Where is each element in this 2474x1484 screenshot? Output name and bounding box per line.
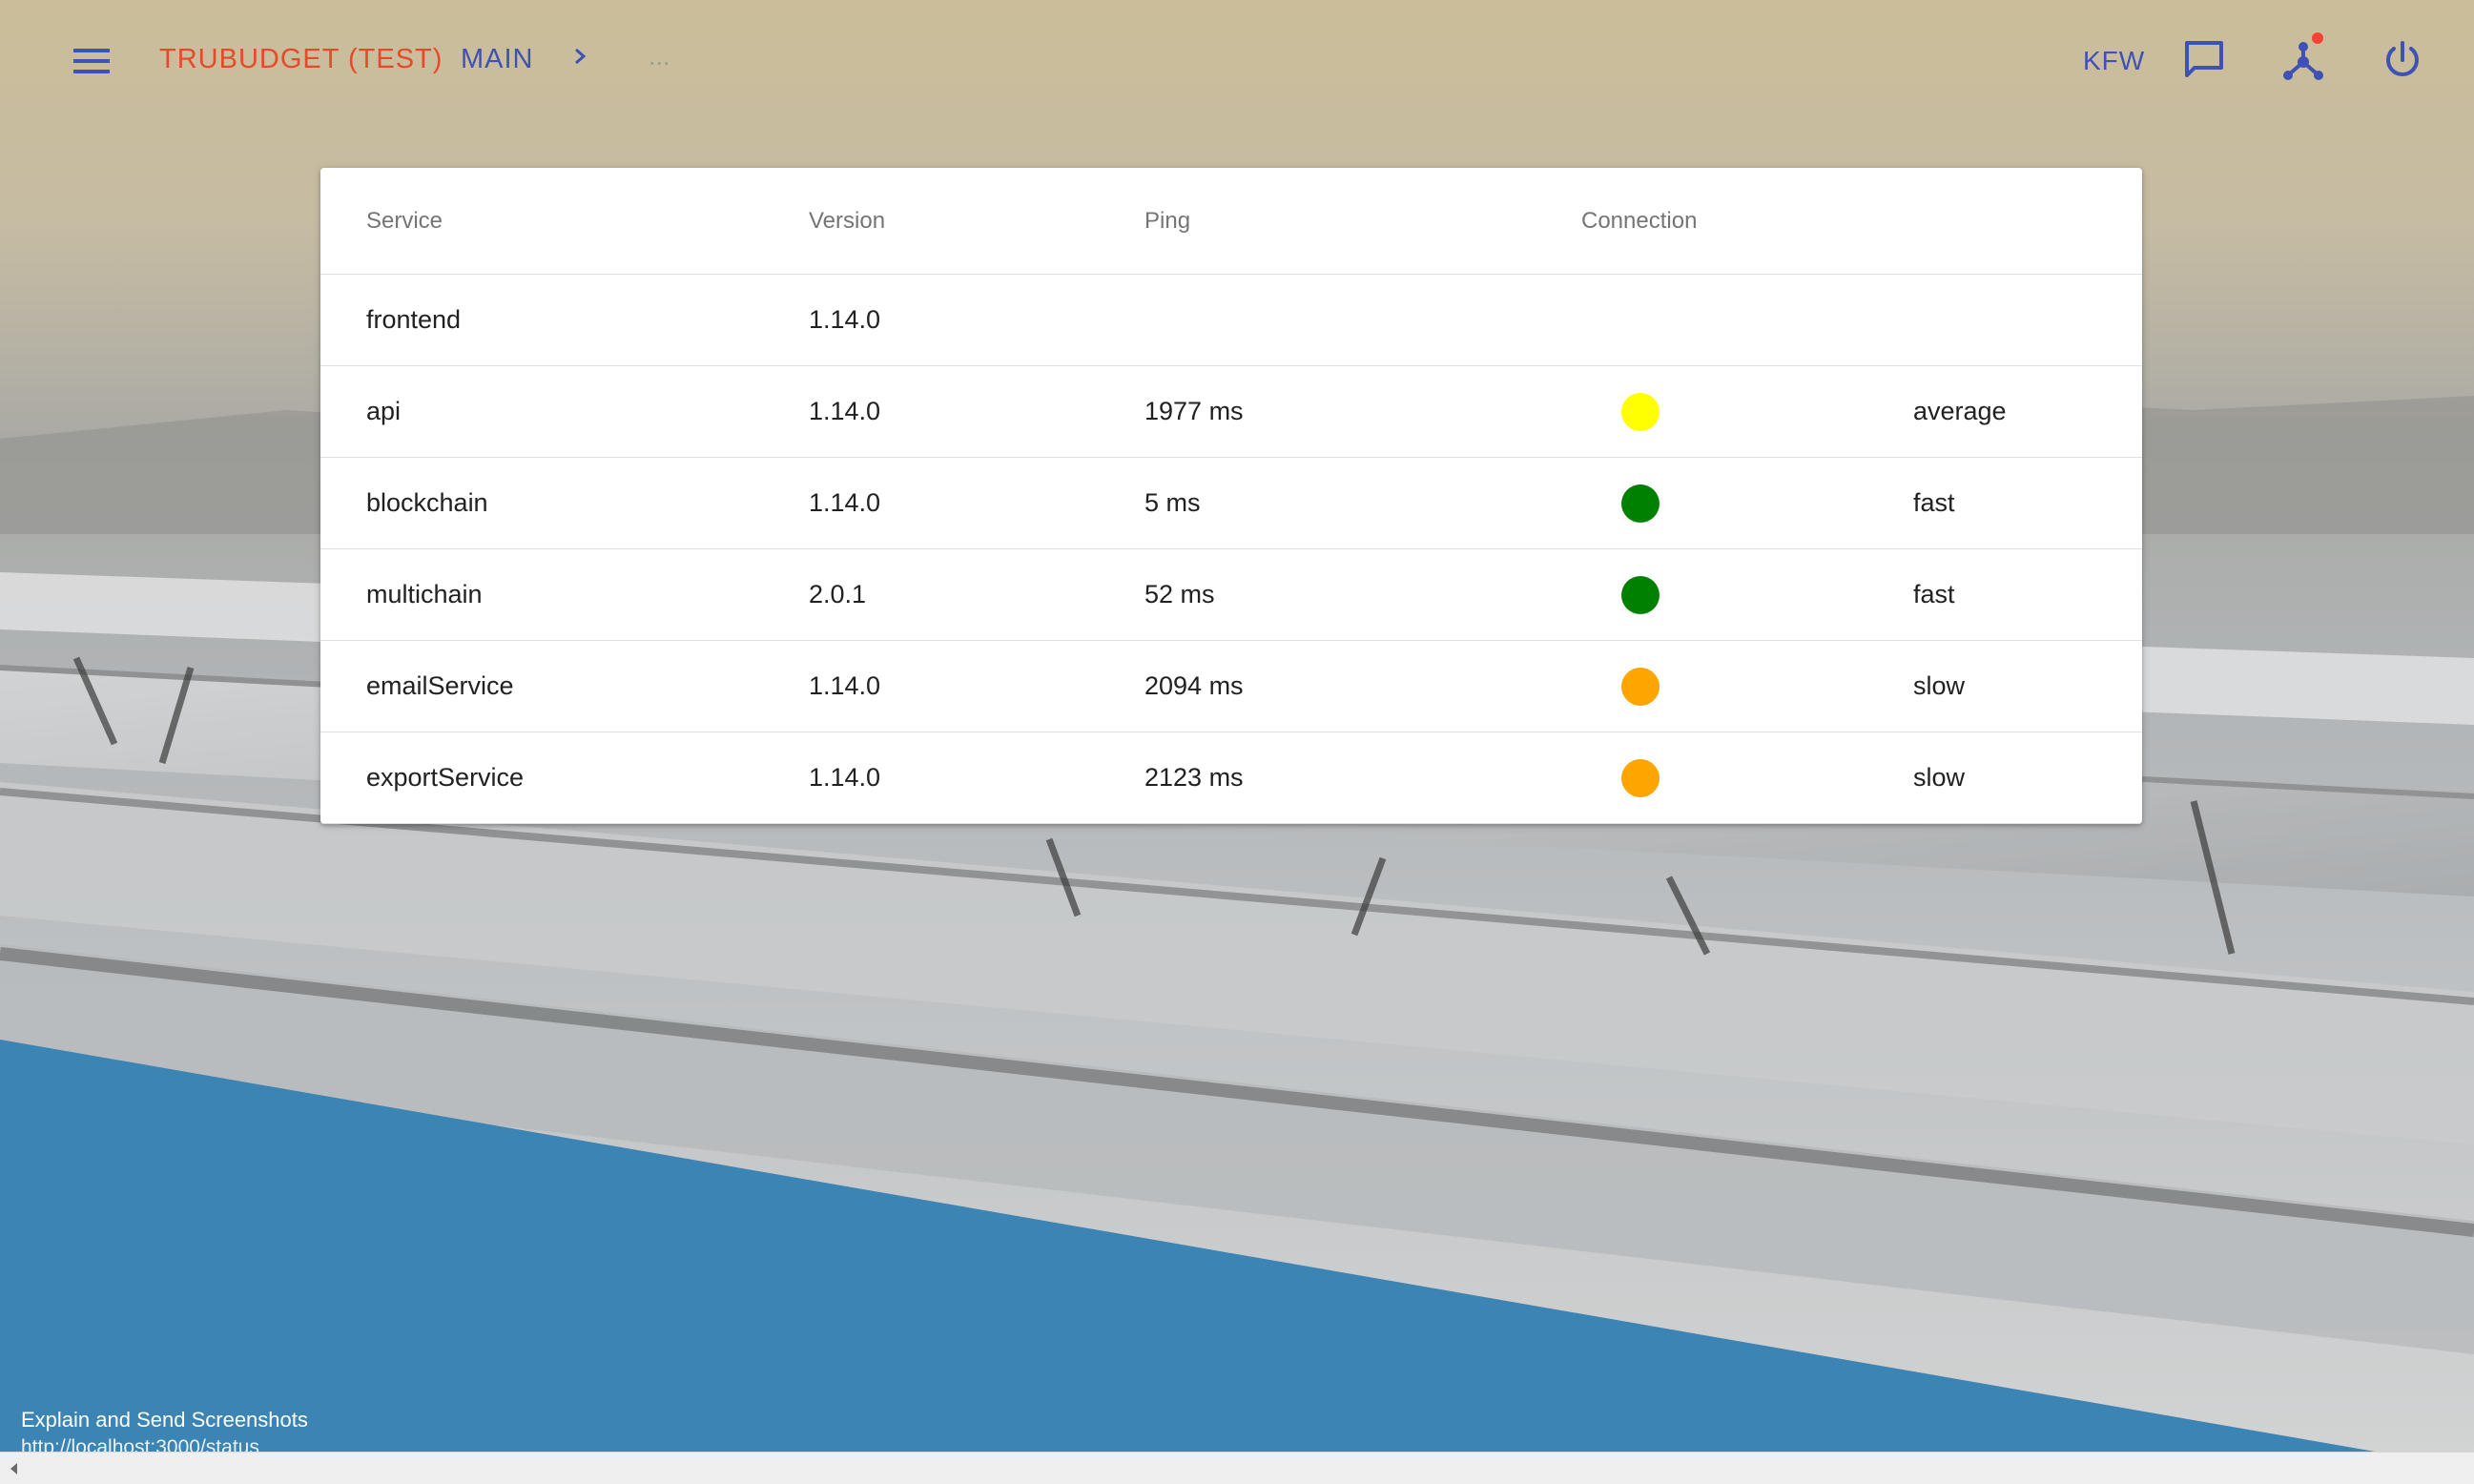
- menu-button[interactable]: [59, 32, 124, 90]
- power-icon: [2386, 41, 2419, 76]
- connection-label: fast: [1913, 580, 1955, 608]
- connection-indicator: [1621, 549, 1660, 640]
- table-row: multichain 2.0.1 52 ms fast: [320, 549, 2142, 641]
- connection-status-dot: [1621, 392, 1660, 431]
- column-header-version: Version: [809, 207, 886, 234]
- hamburger-menu-icon: [73, 49, 110, 73]
- connection-status-dot: [1621, 667, 1660, 706]
- service-name: exportService: [366, 763, 525, 792]
- service-name: blockchain: [366, 488, 488, 517]
- table-row: api 1.14.0 1977 ms average: [320, 366, 2142, 458]
- service-name: multichain: [366, 580, 483, 608]
- column-header-service: Service: [366, 207, 443, 234]
- horizontal-scrollbar[interactable]: [0, 1452, 2474, 1484]
- connection-status-dot: [1621, 758, 1660, 797]
- service-version: 1.14.0: [809, 305, 881, 334]
- service-name: emailService: [366, 671, 514, 700]
- organization-label: KFW: [2083, 46, 2146, 75]
- app-title: TRUBUDGET (TEST): [159, 44, 443, 74]
- service-name: api: [366, 397, 402, 425]
- service-ping: 2094 ms: [1144, 671, 1244, 700]
- table-row: emailService 1.14.0 2094 ms slow: [320, 641, 2142, 732]
- connection-indicator: [1621, 458, 1660, 548]
- notification-badge: [2312, 32, 2323, 44]
- column-header-ping: Ping: [1144, 207, 1191, 234]
- service-version: 1.14.0: [809, 397, 881, 425]
- service-name: frontend: [366, 305, 462, 334]
- service-ping: 5 ms: [1144, 488, 1201, 517]
- connection-status-dot: [1621, 484, 1660, 523]
- breadcrumb-ellipsis[interactable]: ...: [649, 42, 670, 72]
- connection-indicator: [1621, 641, 1660, 732]
- service-ping: 52 ms: [1144, 580, 1215, 608]
- service-version: 1.14.0: [809, 763, 881, 792]
- service-version: 1.14.0: [809, 488, 881, 517]
- service-version: 1.14.0: [809, 671, 881, 700]
- network-icon: [2283, 42, 2323, 80]
- scroll-left-icon[interactable]: [6, 1460, 23, 1477]
- table-row: blockchain 1.14.0 5 ms fast: [320, 458, 2142, 549]
- network-button[interactable]: [2272, 29, 2335, 92]
- table-row: exportService 1.14.0 2123 ms slow: [320, 732, 2142, 824]
- table-row: frontend 1.14.0: [320, 275, 2142, 366]
- connection-status-dot: [1621, 575, 1660, 614]
- connection-label: average: [1913, 397, 2007, 425]
- feedback-link[interactable]: Explain and Send Screenshots: [21, 1408, 308, 1432]
- breadcrumb-main[interactable]: MAIN: [461, 44, 534, 75]
- connection-indicator: [1621, 732, 1660, 823]
- connection-label: slow: [1913, 763, 1966, 792]
- chevron-right-icon: [575, 48, 587, 65]
- connection-label: slow: [1913, 671, 1966, 700]
- column-header-connection: Connection: [1581, 207, 1698, 234]
- connection-indicator: [1621, 275, 1660, 365]
- connection-indicator: [1621, 366, 1660, 457]
- table-header: Service Version Ping Connection: [320, 168, 2142, 275]
- logout-button[interactable]: [2371, 29, 2434, 92]
- service-version: 2.0.1: [809, 580, 867, 608]
- chat-button[interactable]: [2173, 29, 2236, 92]
- status-table: Service Version Ping Connection frontend…: [320, 168, 2142, 824]
- app-bar: TRUBUDGET (TEST) MAIN ... KFW: [0, 0, 2474, 122]
- service-ping: 1977 ms: [1144, 397, 1244, 425]
- service-ping: 2123 ms: [1144, 763, 1244, 792]
- connection-label: fast: [1913, 488, 1955, 517]
- chat-bubble-icon: [2185, 41, 2223, 77]
